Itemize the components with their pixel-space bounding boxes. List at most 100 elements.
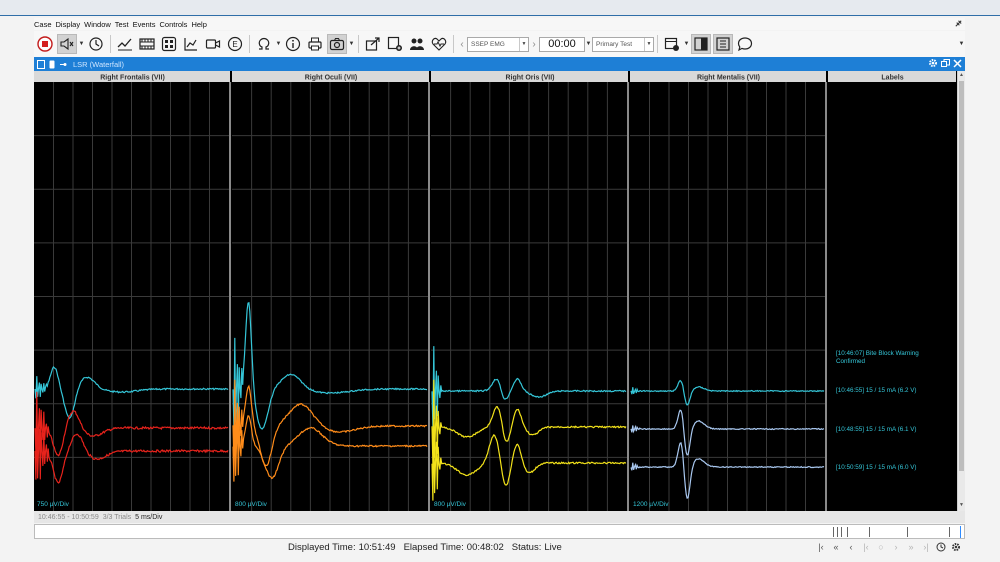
pause-button[interactable]: ○ [876,542,886,552]
mode-combo-value: SSEP EMG [471,40,505,48]
list-view-button[interactable] [713,34,733,54]
column-header-label: Right Oris (VII) [506,74,555,81]
displayed-time-value: 10:51:49 [358,541,396,553]
event-e-icon: E [227,36,243,52]
time-dropdown[interactable]: ▼ [585,34,592,54]
time-field[interactable]: 00:00 [539,36,585,52]
step-forward-button[interactable]: › [891,542,901,552]
toolbar-separator [453,35,454,53]
toolbar-separator [358,35,359,53]
chat-bubble-icon [737,37,753,52]
chart-button[interactable] [181,34,201,54]
timeline-cursor[interactable] [960,526,961,538]
toolbar-overflow-dropdown[interactable]: ▼ [958,34,965,54]
test-combo[interactable]: Primary Test ▼ [592,36,654,52]
window-icon [37,59,45,69]
menu-controls[interactable]: Controls [160,20,188,29]
history-button[interactable] [86,34,106,54]
scroll-down-arrow[interactable]: ▼ [958,502,965,510]
timeline-mark [869,527,870,537]
trial-count: 3/3 Trials [102,513,132,521]
mute-button[interactable] [57,34,77,54]
phone-icon [49,60,55,68]
menu-events[interactable]: Events [133,20,156,29]
scale-label: 800 µV/Div [434,501,467,508]
team-button[interactable] [407,34,427,54]
menu-help[interactable]: Help [191,20,206,29]
history-icon[interactable] [936,542,946,552]
toolbar-separator [249,35,250,53]
time-value: 00:00 [548,38,576,50]
video-button[interactable] [203,34,223,54]
close-icon[interactable] [953,58,962,68]
prev-mode-arrow[interactable]: ‹ [457,39,467,50]
column-header-label: Labels [881,74,903,81]
displayed-time-label: Displayed Time: [288,541,356,553]
clock-history-icon [89,37,103,51]
event-label: [10:46:07] Bite Block Warning Confirmed [836,350,919,365]
timeline-bar[interactable] [34,524,965,539]
chevron-down-icon: ▼ [644,37,653,51]
next-mode-arrow[interactable]: › [529,39,539,50]
scroll-up-arrow[interactable]: ▲ [958,72,965,80]
mode-combo[interactable]: SSEP EMG ▼ [467,36,529,52]
gear-icon[interactable] [951,542,961,552]
menu-case[interactable]: Case [34,20,52,29]
impedance-button[interactable] [254,34,274,54]
omega-icon [258,37,270,50]
pin-icon[interactable] [59,60,67,69]
window-title: LSR (Waterfall) [73,59,124,69]
vertical-scrollbar[interactable]: ▲ ▼ [957,71,965,511]
print-button[interactable] [305,34,325,54]
timeline-mark [841,527,842,537]
gear-icon[interactable] [928,58,938,68]
menu-test[interactable]: Test [115,20,129,29]
menu-display[interactable]: Display [56,20,81,29]
video-camera-icon [205,39,221,49]
menu-window[interactable]: Window [84,20,111,29]
elapsed-time-label: Elapsed Time: [403,541,464,553]
first-page-button[interactable]: |‹ [816,542,826,552]
scroll-thumb[interactable] [959,81,964,471]
column-header-label: Right Frontalis (VII) [100,74,165,81]
trend-button[interactable] [115,34,135,54]
snapshot-dropdown[interactable]: ▼ [348,34,355,54]
test-combo-value: Primary Test [596,40,632,48]
vitals-button[interactable] [429,34,449,54]
scale-label: 750 µV/Div [37,501,70,508]
fast-back-button[interactable]: « [831,542,841,552]
events-button[interactable]: E [225,34,245,54]
speaker-muted-icon [60,37,74,51]
pin-icon[interactable] [954,19,963,28]
main-toolbar: ▼ E ▼ ▼ ‹ SSEP EMG ▼ › 00:00 ▼ Primary T… [34,31,965,57]
impedance-dropdown[interactable]: ▼ [275,34,282,54]
waveform-window-titlebar: LSR (Waterfall) [34,57,965,71]
chat-button[interactable] [735,34,755,54]
calendar-button[interactable] [662,34,682,54]
printer-icon [308,37,322,51]
scale-label: 800 µV/Div [235,501,268,508]
export-button[interactable] [363,34,383,54]
record-stop-button[interactable] [35,34,55,54]
fast-forward-button[interactable]: » [906,542,916,552]
column-header-label: Right Mentalis (VII) [697,74,760,81]
grid-layout-button[interactable] [159,34,179,54]
info-button[interactable] [283,34,303,54]
step-back-button[interactable]: ‹ [846,542,856,552]
snapshot-button[interactable] [327,34,347,54]
calendar-dropdown[interactable]: ▼ [683,34,690,54]
last-page-button[interactable]: ›| [921,542,931,552]
chevron-down-icon: ▼ [519,37,528,51]
panel-layout-icon [694,37,708,51]
filmstrip-button[interactable] [137,34,157,54]
people-icon [410,38,424,50]
layout-panel-button[interactable] [691,34,711,54]
step-back-one-button[interactable]: |‹ [861,542,871,552]
restore-icon[interactable] [941,58,950,68]
toolbar-separator [110,35,111,53]
add-note-button[interactable] [385,34,405,54]
column-header-label: Right Oculi (VII) [305,74,358,81]
timeline-mark [949,527,950,537]
mute-dropdown[interactable]: ▼ [78,34,85,54]
toolbar-separator [657,35,658,53]
